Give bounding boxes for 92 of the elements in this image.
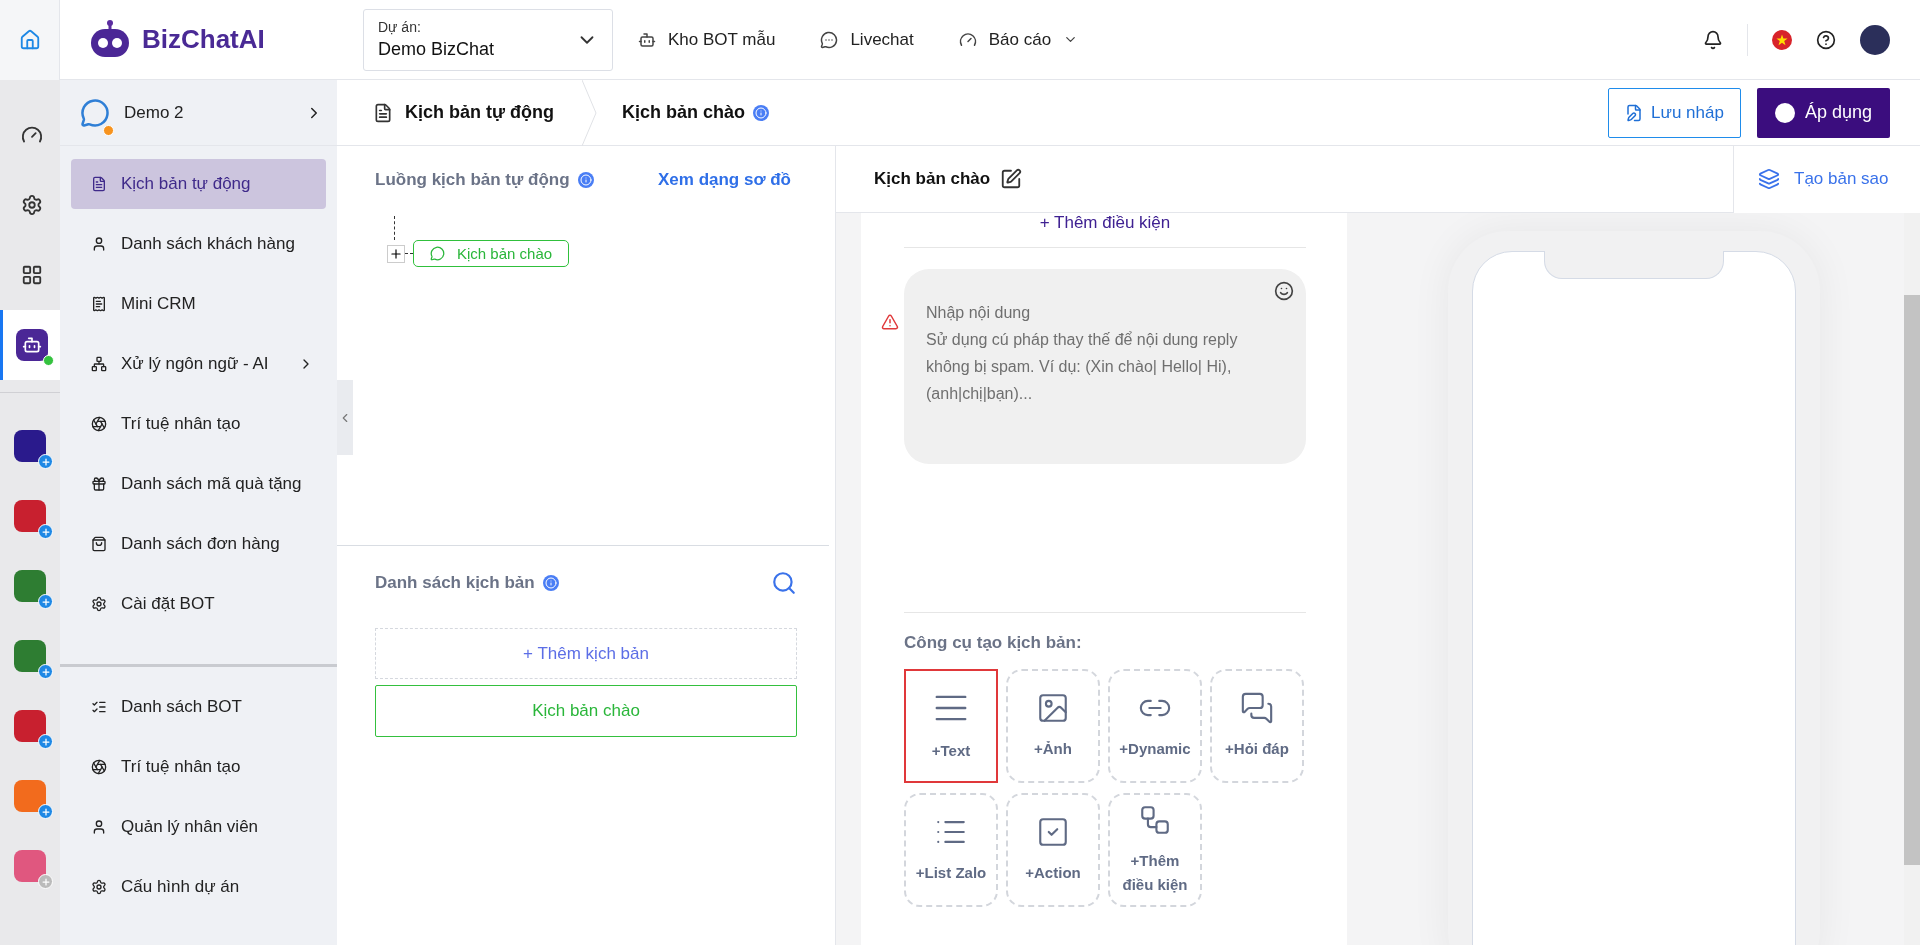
plus-icon [40, 806, 51, 817]
sidebar-item[interactable]: Trí tuệ nhân tạo [71, 399, 326, 449]
sidebar-item[interactable]: Mini CRM [71, 279, 326, 329]
section-title: Danh sách kịch bản [375, 573, 535, 593]
plus-icon [40, 736, 51, 747]
info-icon [577, 172, 594, 188]
checkbox-icon [1036, 815, 1070, 849]
sidebar-item[interactable]: Danh sách khách hàng [71, 219, 326, 269]
robot-icon [638, 30, 656, 49]
robot-logo-icon [88, 19, 132, 60]
settings-icon [91, 596, 107, 612]
sidebar-item[interactable]: Cài đặt BOT [71, 579, 326, 629]
info-icon [753, 104, 770, 121]
scrollbar-thumb[interactable] [1904, 295, 1920, 865]
tool-button[interactable]: +Text [904, 669, 998, 783]
robot-icon [21, 335, 42, 355]
diagram-view-link[interactable]: Xem dạng sơ đồ [658, 170, 791, 190]
settings-icon [91, 879, 107, 895]
receipt-icon [91, 296, 107, 312]
online-dot [42, 355, 54, 366]
edit-icon[interactable] [1000, 168, 1023, 190]
plus-icon [40, 456, 51, 467]
expand-button[interactable] [387, 244, 405, 263]
sidebar-item[interactable]: Kịch bản tự động [71, 159, 326, 209]
chat-bubble-icon [820, 30, 839, 49]
plus-icon [40, 876, 51, 887]
help-icon[interactable] [1816, 29, 1836, 50]
bot-selector[interactable]: Demo 2 [60, 80, 337, 146]
document-icon [91, 176, 107, 192]
network-icon [91, 356, 107, 372]
settings-icon [20, 194, 43, 216]
apply-button[interactable]: Áp dụng [1756, 87, 1890, 138]
sidebar-item[interactable]: Cấu hình dự án [71, 862, 326, 912]
plus-icon [389, 246, 403, 261]
chat-bubbles-icon [1240, 691, 1274, 725]
aperture-icon [91, 759, 107, 775]
tool-button[interactable]: +Action [1006, 793, 1100, 907]
brand-name: BizChatAI [142, 24, 265, 55]
save-draft-button[interactable]: Lưu nháp [1608, 87, 1741, 138]
status-dot [103, 124, 114, 136]
document-icon [373, 102, 393, 123]
add-script-button[interactable]: + Thêm kịch bản [375, 628, 797, 679]
sidebar-item[interactable]: Danh sách đơn hàng [71, 519, 326, 569]
message-field[interactable]: Nhập nội dung Sử dụng cú pháp thay thế để nội dung reply không bị spam. Ví dụ: (Xin chào| Hello| Hi), (anh|chị|bạn)... [904, 269, 1306, 464]
sidebar-item[interactable]: Danh sách BOT [71, 682, 326, 732]
tools-title: Công cụ tạo kịch bản: [904, 633, 1083, 653]
script-title: Kịch bản chào [874, 169, 991, 189]
sidebar-item[interactable]: Danh sách mã quà tặng [71, 459, 326, 509]
bot-app-button[interactable] [0, 310, 60, 380]
plus-icon [40, 526, 51, 537]
layers-icon [1758, 168, 1780, 190]
nav-link[interactable]: Báo cáo [958, 29, 1079, 50]
tool-button[interactable]: +List Zalo [904, 793, 998, 907]
tool-button[interactable]: +Ảnh [1006, 669, 1100, 783]
circle-icon [1774, 102, 1795, 123]
tool-button[interactable]: +Thêm điều kiện [1108, 793, 1202, 907]
avatar[interactable] [1860, 24, 1890, 55]
bag-icon [91, 536, 107, 552]
nav-link[interactable]: Livechat [820, 29, 914, 50]
flag-icon[interactable] [1772, 29, 1792, 50]
user-icon [91, 236, 107, 252]
grid-icon [20, 264, 43, 286]
document-edit-icon [1625, 103, 1644, 122]
search-icon[interactable] [771, 570, 797, 596]
home-button[interactable] [0, 0, 60, 80]
plus-icon [40, 666, 51, 677]
home-icon[interactable] [18, 28, 41, 51]
checklist-icon [91, 699, 107, 715]
flowchart-icon [1138, 803, 1172, 837]
duplicate-button[interactable]: Tạo bản sao [1733, 145, 1920, 213]
gauge-icon [958, 30, 977, 49]
sidebar-item[interactable]: Quản lý nhân viên [71, 802, 326, 852]
sidebar-item[interactable]: Xử lý ngôn ngữ - AI [71, 339, 326, 389]
chat-bubble-icon [80, 97, 110, 128]
emoji-icon[interactable] [1274, 281, 1294, 301]
plus-icon [40, 596, 51, 607]
picture-icon [1036, 691, 1070, 725]
breadcrumb-link[interactable]: Kịch bản tự động [337, 102, 582, 123]
gift-icon [91, 476, 107, 492]
bell-icon[interactable] [1703, 29, 1723, 50]
breadcrumb-current: Kịch bản chào [622, 102, 746, 123]
chat-bubble-icon [430, 246, 445, 261]
section-title: Luồng kịch bản tự động [375, 170, 570, 190]
project-select[interactable]: Dự án: Demo BizChat [363, 8, 613, 71]
sidebar-item[interactable]: Trí tuệ nhân tạo [71, 742, 326, 792]
nav-link[interactable]: Kho BOT mẫu [638, 29, 776, 50]
tool-button[interactable]: +Dynamic [1108, 669, 1202, 783]
user-icon [91, 819, 107, 835]
add-condition-link[interactable]: + Thêm điều kiện [904, 213, 1306, 247]
info-icon [542, 575, 559, 591]
aperture-icon [91, 416, 107, 432]
tool-button[interactable]: +Hỏi đáp [1210, 669, 1304, 783]
